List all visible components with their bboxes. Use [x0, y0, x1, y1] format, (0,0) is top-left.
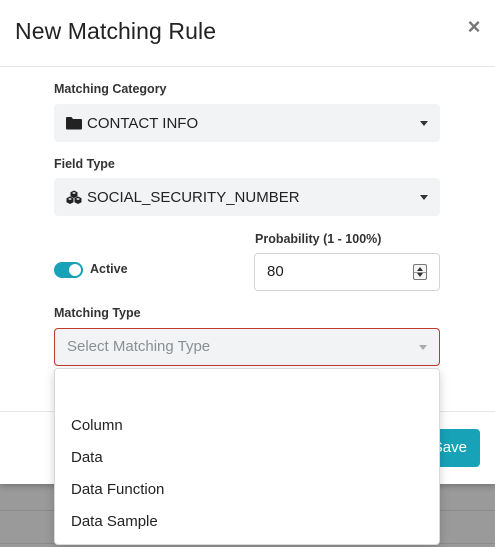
toggle-knob — [69, 264, 81, 276]
matching-type-placeholder: Select Matching Type — [67, 338, 211, 355]
screen: New Matching Rule × Matching Category CO… — [0, 0, 495, 547]
matching-category-value: CONTACT INFO — [87, 114, 199, 132]
folder-icon — [66, 116, 82, 130]
chevron-down-icon — [420, 195, 428, 200]
modal-header: New Matching Rule × — [0, 0, 495, 67]
chevron-down-icon — [420, 121, 428, 126]
spinner-up-icon[interactable] — [417, 267, 423, 271]
dropdown-option-column[interactable]: Column — [71, 417, 123, 434]
cubes-icon — [66, 190, 82, 204]
close-button[interactable]: × — [463, 15, 485, 39]
probability-value: 80 — [267, 263, 284, 280]
number-spinner[interactable] — [413, 264, 427, 280]
matching-type-select[interactable]: Select Matching Type — [54, 328, 440, 366]
dropdown-option-empty[interactable] — [71, 386, 425, 404]
matching-category-label: Matching Category — [54, 82, 167, 96]
dropdown-option-data-sample[interactable]: Data Sample — [71, 513, 158, 530]
field-type-select[interactable]: SOCIAL_SECURITY_NUMBER — [54, 178, 440, 216]
dropdown-option-data-function[interactable]: Data Function — [71, 481, 164, 498]
matching-type-dropdown: Column Data Data Function Data Sample — [54, 368, 440, 545]
matching-category-select[interactable]: CONTACT INFO — [54, 104, 440, 142]
modal-title: New Matching Rule — [15, 18, 217, 44]
field-type-value: SOCIAL_SECURITY_NUMBER — [87, 188, 300, 206]
active-label: Active — [90, 262, 128, 276]
chevron-down-icon — [419, 345, 427, 350]
matching-type-label: Matching Type — [54, 306, 141, 320]
field-type-label: Field Type — [54, 157, 115, 171]
spinner-down-icon[interactable] — [417, 273, 423, 277]
dropdown-option-data[interactable]: Data — [71, 449, 103, 466]
active-toggle[interactable] — [54, 262, 83, 278]
probability-label: Probability (1 - 100%) — [255, 232, 382, 246]
probability-input[interactable]: 80 — [254, 253, 440, 291]
